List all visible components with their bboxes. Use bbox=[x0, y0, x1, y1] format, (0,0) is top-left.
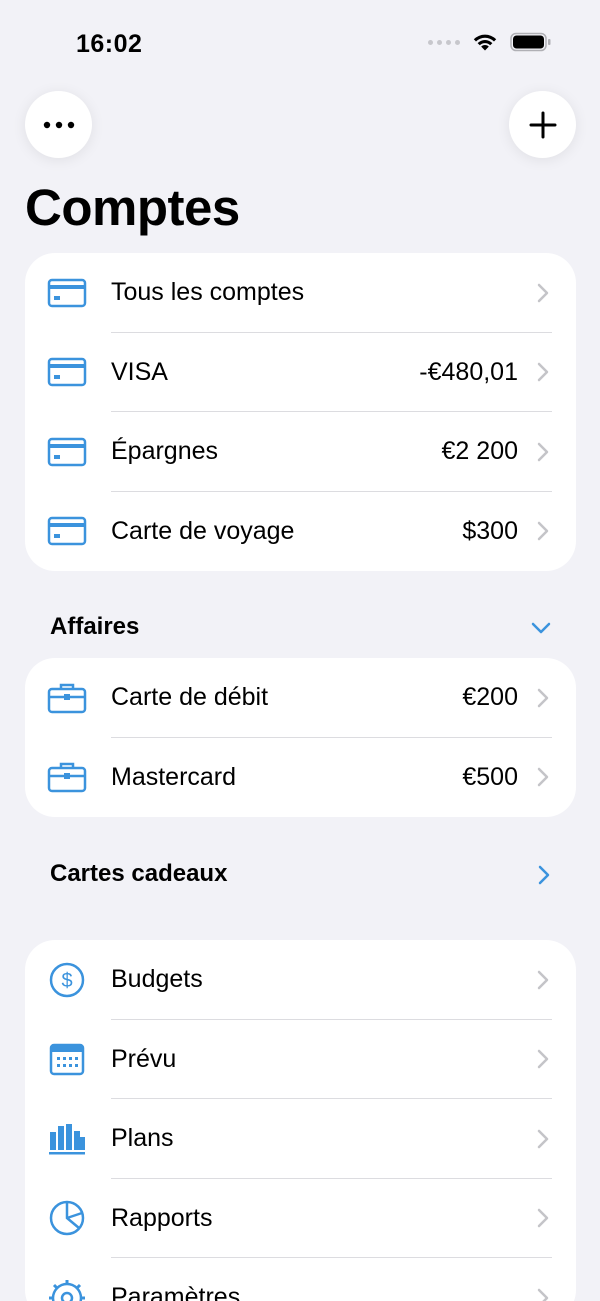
add-button[interactable] bbox=[509, 91, 576, 158]
tool-row-scheduled[interactable]: Prévu bbox=[25, 1020, 576, 1099]
chevron-down-icon[interactable] bbox=[530, 620, 552, 636]
status-icons bbox=[428, 32, 552, 52]
tool-row-plans[interactable]: Plans bbox=[25, 1099, 576, 1179]
account-label: Carte de voyage bbox=[111, 516, 295, 545]
account-row-savings[interactable]: Épargnes €2 200 bbox=[25, 412, 576, 492]
account-balance: €500 bbox=[462, 762, 518, 791]
plus-icon bbox=[529, 111, 556, 138]
tool-row-settings[interactable]: Paramètres bbox=[25, 1258, 576, 1301]
briefcase-icon bbox=[47, 678, 87, 718]
cellular-signal-icon bbox=[428, 39, 460, 45]
chevron-right-icon bbox=[537, 522, 549, 541]
wifi-icon bbox=[473, 34, 497, 51]
ellipsis-icon bbox=[43, 121, 74, 128]
pie-chart-icon bbox=[47, 1198, 87, 1238]
account-row-all[interactable]: Tous les comptes bbox=[25, 253, 576, 333]
chevron-right-icon bbox=[537, 1288, 549, 1301]
credit-card-icon bbox=[47, 511, 87, 551]
calendar-icon bbox=[47, 1039, 87, 1079]
account-balance: $300 bbox=[462, 516, 518, 545]
page-title: Comptes bbox=[25, 179, 240, 236]
tool-label: Budgets bbox=[111, 965, 203, 994]
account-label: Tous les comptes bbox=[111, 278, 305, 307]
tool-row-reports[interactable]: Rapports bbox=[25, 1179, 576, 1258]
section-header-business[interactable]: Affaires bbox=[50, 613, 139, 641]
account-row-debit[interactable]: Carte de débit €200 bbox=[25, 658, 576, 738]
business-card: Carte de débit €200 Mastercard €500 bbox=[25, 658, 576, 817]
chevron-right-icon bbox=[537, 442, 549, 461]
more-button[interactable] bbox=[25, 91, 92, 158]
chevron-right-icon bbox=[537, 1129, 549, 1148]
dollar-circle-icon: $ bbox=[47, 960, 87, 1000]
account-row-travel[interactable]: Carte de voyage $300 bbox=[25, 492, 576, 572]
svg-text:$: $ bbox=[61, 970, 72, 992]
accounts-card: Tous les comptes VISA -€480,01 Épargnes … bbox=[25, 253, 576, 571]
bar-chart-icon bbox=[47, 1119, 87, 1159]
section-header-gift-cards[interactable]: Cartes cadeaux bbox=[50, 860, 227, 888]
chevron-right-icon bbox=[537, 363, 549, 382]
briefcase-icon bbox=[47, 757, 87, 797]
account-balance: -€480,01 bbox=[419, 357, 518, 386]
chevron-right-icon bbox=[537, 970, 549, 989]
tool-label: Prévu bbox=[111, 1044, 177, 1073]
account-balance: €2 200 bbox=[441, 437, 518, 466]
tool-label: Paramètres bbox=[111, 1283, 241, 1301]
chevron-right-icon[interactable] bbox=[536, 864, 552, 886]
account-label: Carte de débit bbox=[111, 683, 269, 712]
account-label: Mastercard bbox=[111, 762, 237, 791]
chevron-right-icon bbox=[537, 688, 549, 707]
credit-card-icon bbox=[47, 273, 87, 313]
gear-icon bbox=[47, 1278, 87, 1301]
battery-icon bbox=[510, 32, 551, 52]
chevron-right-icon bbox=[537, 1209, 549, 1228]
chevron-right-icon bbox=[537, 768, 549, 787]
chevron-right-icon bbox=[537, 283, 549, 302]
account-label: Épargnes bbox=[111, 437, 219, 466]
account-row-visa[interactable]: VISA -€480,01 bbox=[25, 333, 576, 412]
account-balance: €200 bbox=[462, 683, 518, 712]
credit-card-icon bbox=[47, 352, 87, 392]
tools-card: $ Budgets Prévu Plans Rapports Paramètre… bbox=[25, 940, 576, 1301]
tool-label: Plans bbox=[111, 1124, 174, 1153]
tool-label: Rapports bbox=[111, 1203, 213, 1232]
account-label: VISA bbox=[111, 357, 168, 386]
credit-card-icon bbox=[47, 432, 87, 472]
chevron-right-icon bbox=[537, 1050, 549, 1069]
tool-row-budgets[interactable]: $ Budgets bbox=[25, 940, 576, 1020]
status-time: 16:02 bbox=[76, 30, 143, 58]
account-row-mastercard[interactable]: Mastercard €500 bbox=[25, 738, 576, 818]
status-bar: 16:02 bbox=[0, 0, 600, 90]
